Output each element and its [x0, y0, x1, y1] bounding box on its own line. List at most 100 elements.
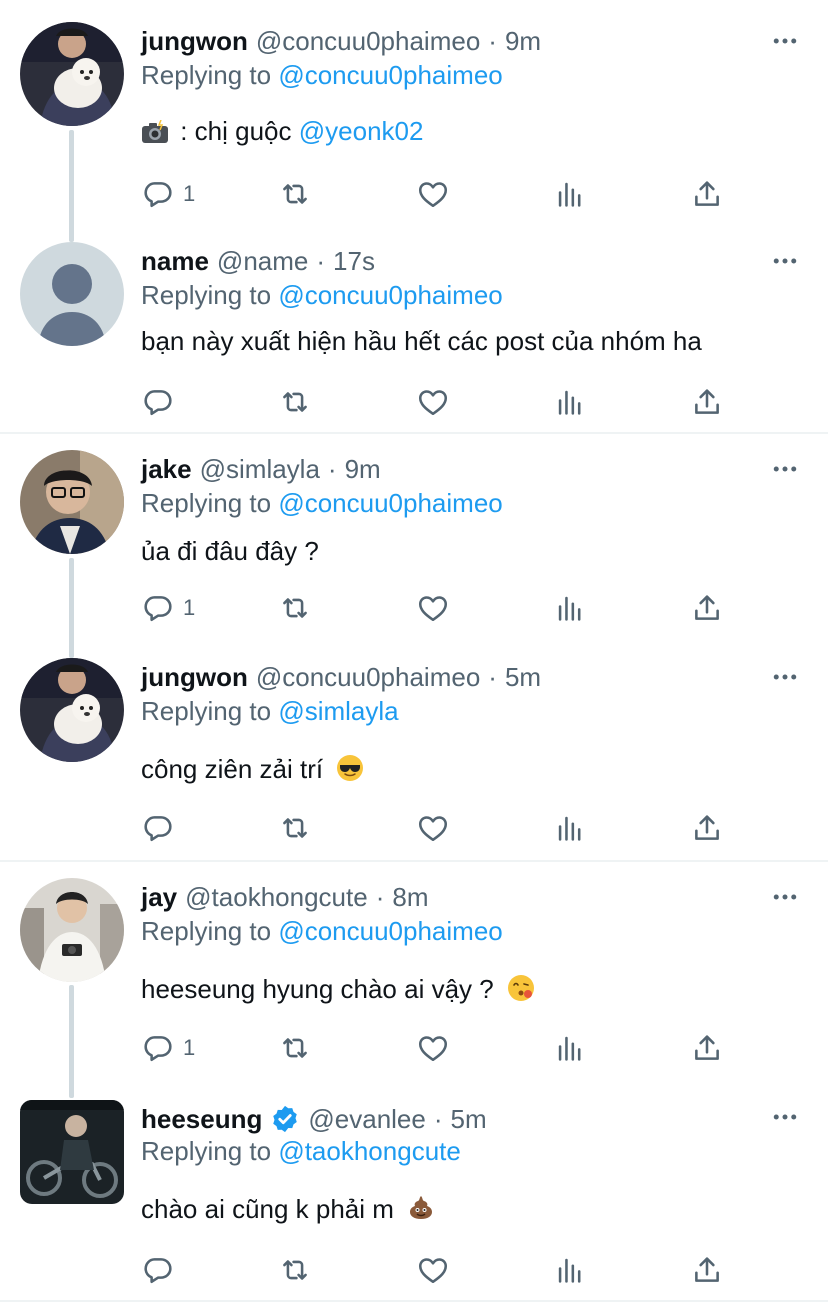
divider — [0, 1300, 828, 1302]
more-icon[interactable] — [770, 246, 800, 276]
analytics-button[interactable] — [553, 174, 587, 214]
replying-to-label: Replying to — [141, 488, 272, 518]
reply-mention-link[interactable]: @concuu0phaimeo — [278, 488, 502, 518]
tweet-actions — [141, 808, 741, 848]
reply-button[interactable]: 1 — [141, 174, 195, 214]
share-button[interactable] — [690, 808, 724, 848]
tweet[interactable]: heeseung @evanlee · 5m Replying to @taok… — [0, 1100, 828, 1290]
analytics-button[interactable] — [553, 588, 587, 628]
more-icon[interactable] — [770, 26, 800, 56]
analytics-button[interactable] — [553, 808, 587, 848]
display-name[interactable]: jungwon — [141, 660, 248, 694]
heart-icon — [416, 591, 450, 625]
share-icon — [690, 1031, 724, 1065]
avatar[interactable] — [20, 658, 124, 762]
avatar[interactable] — [20, 22, 124, 126]
avatar[interactable] — [20, 450, 124, 554]
retweet-icon — [278, 177, 312, 211]
user-handle[interactable]: @concuu0phaimeo — [256, 660, 480, 694]
display-name[interactable]: jake — [141, 452, 192, 486]
timestamp[interactable]: 5m — [451, 1102, 487, 1136]
user-handle[interactable]: @name — [217, 244, 308, 278]
share-icon — [690, 591, 724, 625]
replying-to: Replying to @concuu0phaimeo — [141, 58, 503, 92]
user-handle[interactable]: @simlayla — [200, 452, 320, 486]
timestamp[interactable]: 5m — [505, 660, 541, 694]
like-button[interactable] — [416, 1250, 450, 1290]
avatar[interactable] — [20, 1100, 124, 1204]
display-name[interactable]: heeseung — [141, 1102, 262, 1136]
tweet-text-body: : chị guộc — [180, 116, 292, 146]
more-icon[interactable] — [770, 882, 800, 912]
like-button[interactable] — [416, 588, 450, 628]
user-handle[interactable]: @evanlee — [308, 1102, 425, 1136]
reply-button[interactable]: 1 — [141, 1028, 195, 1068]
tweet-text-body: heeseung hyung chào ai vậy ? — [141, 974, 494, 1004]
retweet-button[interactable] — [278, 174, 312, 214]
tweet[interactable]: jake @simlayla · 9m Replying to @concuu0… — [0, 450, 828, 640]
user-handle[interactable]: @concuu0phaimeo — [256, 24, 480, 58]
tweet[interactable]: jay @taokhongcute · 8m Replying to @conc… — [0, 878, 828, 1078]
jay-photo-icon — [20, 878, 124, 982]
avatar[interactable] — [20, 878, 124, 982]
text-mention-link[interactable]: @yeonk02 — [299, 116, 424, 146]
share-button[interactable] — [690, 382, 724, 422]
like-button[interactable] — [416, 382, 450, 422]
more-icon[interactable] — [770, 662, 800, 692]
analytics-button[interactable] — [553, 1028, 587, 1068]
timestamp[interactable]: 17s — [333, 244, 375, 278]
avatar[interactable] — [20, 242, 124, 346]
analytics-icon — [553, 1031, 587, 1065]
retweet-button[interactable] — [278, 1028, 312, 1068]
reply-button[interactable]: 1 — [141, 588, 195, 628]
reply-mention-link[interactable]: @taokhongcute — [278, 1136, 461, 1166]
retweet-icon — [278, 591, 312, 625]
like-button[interactable] — [416, 808, 450, 848]
analytics-button[interactable] — [553, 382, 587, 422]
reply-mention-link[interactable]: @simlayla — [278, 696, 398, 726]
retweet-button[interactable] — [278, 1250, 312, 1290]
reply-button[interactable] — [141, 808, 175, 848]
tweet-text: heeseung hyung chào ai vậy ? — [141, 972, 535, 1006]
tweet[interactable]: jungwon @concuu0phaimeo · 5m Replying to… — [0, 658, 828, 858]
tweet[interactable]: name @name · 17s Replying to @concuu0pha… — [0, 242, 828, 432]
display-name[interactable]: jay — [141, 880, 177, 914]
share-icon — [690, 177, 724, 211]
replying-to: Replying to @concuu0phaimeo — [141, 486, 503, 520]
analytics-button[interactable] — [553, 1250, 587, 1290]
replying-to-label: Replying to — [141, 916, 272, 946]
display-name[interactable]: name — [141, 244, 209, 278]
separator-dot: · — [488, 26, 497, 56]
like-button[interactable] — [416, 1028, 450, 1068]
user-handle[interactable]: @taokhongcute — [185, 880, 368, 914]
more-icon[interactable] — [770, 1102, 800, 1132]
camera-with-flash-icon — [142, 120, 168, 143]
reply-button[interactable] — [141, 1250, 175, 1290]
reply-mention-link[interactable]: @concuu0phaimeo — [278, 916, 502, 946]
separator-dot: · — [316, 246, 326, 276]
retweet-button[interactable] — [278, 588, 312, 628]
timestamp[interactable]: 9m — [345, 452, 381, 486]
display-name[interactable]: jungwon — [141, 24, 248, 58]
retweet-button[interactable] — [278, 382, 312, 422]
pile-of-poo-icon — [410, 1196, 433, 1219]
share-button[interactable] — [690, 588, 724, 628]
share-button[interactable] — [690, 174, 724, 214]
replying-to: Replying to @taokhongcute — [141, 1134, 461, 1168]
tweet[interactable]: jungwon @concuu0phaimeo · 9m Replying to… — [0, 22, 828, 222]
reply-icon — [141, 177, 175, 211]
timestamp[interactable]: 8m — [392, 880, 428, 914]
tweet-header: heeseung @evanlee · 5m — [141, 1102, 487, 1136]
replying-to: Replying to @concuu0phaimeo — [141, 278, 503, 312]
reply-button[interactable] — [141, 382, 175, 422]
share-button[interactable] — [690, 1250, 724, 1290]
retweet-icon — [278, 385, 312, 419]
timestamp[interactable]: 9m — [505, 24, 541, 58]
more-icon[interactable] — [770, 454, 800, 484]
reply-mention-link[interactable]: @concuu0phaimeo — [278, 60, 502, 90]
like-button[interactable] — [416, 174, 450, 214]
retweet-button[interactable] — [278, 808, 312, 848]
reply-mention-link[interactable]: @concuu0phaimeo — [278, 280, 502, 310]
tweet-text: bạn này xuất hiện hầu hết các post của n… — [141, 324, 702, 358]
share-button[interactable] — [690, 1028, 724, 1068]
